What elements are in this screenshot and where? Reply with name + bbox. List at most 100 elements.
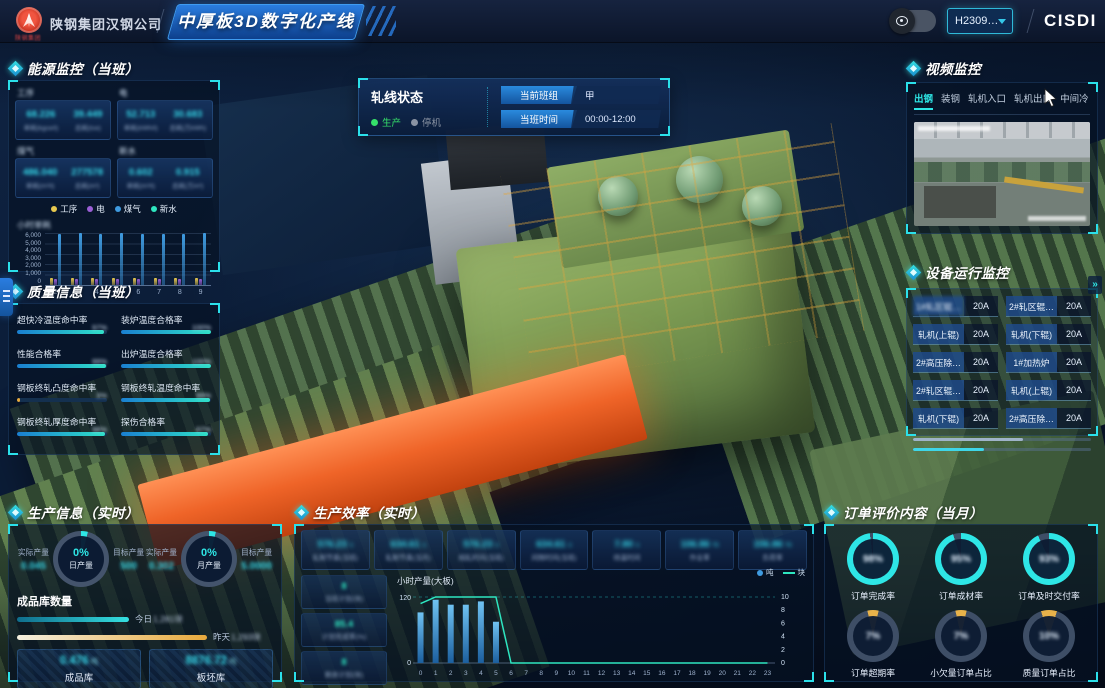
camera-tab-中间冷[interactable]: 中间冷: [1060, 91, 1089, 109]
order-donut: 93% 订单及时交付率: [1007, 533, 1091, 602]
svg-text:4: 4: [781, 634, 785, 641]
svg-text:13: 13: [613, 670, 621, 677]
device-item[interactable]: 轧机(上辊)20A: [1006, 380, 1091, 401]
camera-feed[interactable]: [914, 122, 1090, 226]
heat-number-dropdown[interactable]: H2309…: [947, 8, 1013, 34]
corner-bracket: [1088, 426, 1098, 436]
efficiency-stat: 634.61 s间隙时间(当班): [520, 530, 589, 570]
camera-tab-出钢[interactable]: 出钢: [914, 91, 933, 109]
stat-label: 当班计划(块): [325, 593, 364, 603]
y-tick: 2,000: [15, 263, 41, 269]
gauge-name: 月产量: [197, 560, 221, 571]
scrollbar[interactable]: [913, 438, 1091, 441]
device-item[interactable]: 2#轧区辊…20A: [913, 380, 998, 401]
stock-bar-row: 昨天1,293块: [17, 631, 273, 643]
output-chart-plot: 0123456789101112131415161718192021222312…: [393, 587, 807, 688]
status-dot: [411, 119, 418, 126]
side-handle[interactable]: [0, 278, 13, 316]
output-chart-svg: 0123456789101112131415161718192021222312…: [393, 587, 797, 687]
energy-legend: 工序电煤气新水: [15, 203, 213, 215]
quality-metric: 钢板终轧凸度命中率3%: [17, 381, 107, 402]
efficiency-side-stats: 8当班计划(块)85.4计划完成率(%)8剩余计划(块): [301, 575, 387, 688]
stat-unit: %: [711, 542, 719, 549]
corner-bracket: [8, 445, 18, 455]
corner-bracket: [272, 524, 282, 534]
stat-value: 576.23 s: [318, 539, 354, 550]
svg-text:19: 19: [704, 670, 712, 677]
energy-value: 52.713: [124, 109, 158, 120]
camera-tab-轧机入口[interactable]: 轧机入口: [968, 91, 1006, 109]
device-item[interactable]: 轧机(下辊)20A: [913, 408, 998, 429]
energy-value: 39.449: [73, 109, 102, 120]
quality-metric: 探伤合格率97%: [121, 415, 211, 436]
svg-text:11: 11: [583, 670, 590, 677]
gauge-percent: 0%: [73, 547, 89, 559]
x-tick: 8: [178, 289, 182, 296]
gauge-side-label: 实际产量: [146, 547, 177, 558]
efficiency-stat: 634.61 s轧制节奏(当月): [374, 530, 443, 570]
energy-card-values: 68.226单耗(kgce/t)39.449总耗(tce): [15, 100, 111, 140]
panel-expand-arrow[interactable]: »: [1088, 276, 1102, 294]
legend-dot: [87, 206, 93, 212]
corner-bracket: [660, 126, 670, 136]
legend-label: 块: [798, 567, 806, 578]
stock-title: 成品库数量: [17, 593, 273, 609]
visibility-toggle[interactable]: [890, 10, 936, 32]
stock-bar: [17, 635, 207, 640]
device-item[interactable]: 轧机(上辊)20A: [913, 324, 998, 345]
quality-percent: 3%: [96, 391, 107, 400]
store-unit: 吨: [91, 657, 99, 666]
donut-value: 10%: [1039, 631, 1059, 642]
company-name: 陕钢集团汉钢公司: [50, 14, 162, 33]
energy-card: 煤气486.040单耗(m³/t)277578总耗(m³): [15, 145, 111, 198]
corner-bracket: [1088, 224, 1098, 234]
svg-text:0: 0: [407, 660, 411, 667]
corner-bracket: [8, 672, 18, 682]
company-logo-caption: 陕钢集团: [15, 33, 41, 42]
corner-bracket: [210, 80, 220, 90]
stat-value: 106.86 %: [681, 539, 719, 550]
device-item[interactable]: 2#高压除…20A: [1006, 408, 1091, 429]
diamond-icon: [294, 504, 310, 520]
legend-line: [783, 572, 795, 574]
divider: [487, 87, 488, 127]
mouse-cursor: [1044, 88, 1060, 108]
stat-label: 纯轧时间(当班): [458, 552, 503, 562]
status-legend-item: 生产: [371, 115, 401, 129]
order-donut: 7%小欠量订单占比: [919, 610, 1003, 679]
svg-text:2: 2: [781, 647, 785, 654]
legend-item: 块: [783, 567, 806, 578]
toggle-knob: [889, 8, 915, 34]
stat-value: 85.4: [335, 619, 354, 630]
device-item[interactable]: 1#加热炉20A: [1006, 352, 1091, 373]
svg-text:7: 7: [524, 670, 528, 677]
donut-value: 93%: [1039, 554, 1059, 565]
svg-text:8: 8: [781, 607, 785, 614]
orders-panel-title: 订单评价内容（当月）: [826, 502, 983, 522]
device-item[interactable]: 轧机(下辊)20A: [1006, 324, 1091, 345]
line-status-legend: 生产停机: [371, 115, 477, 129]
stock-bars: 今日1,281块昨天1,293块: [17, 613, 273, 643]
device-item[interactable]: 2#轧区辊…20A: [1006, 296, 1091, 317]
efficiency-stats: 576.23 s轧制节奏(当班)634.61 s轧制节奏(当月)576.23 s…: [301, 530, 807, 570]
camera-tab-装钢[interactable]: 装钢: [941, 91, 960, 109]
bar: [141, 234, 144, 285]
top-bar: 陕钢集团 陕钢集团汉钢公司 中厚板3D数字化产线 H2309… CISDI: [0, 0, 1105, 43]
donut-label: 订单及时交付率: [1018, 589, 1080, 602]
device-label: 轧机(下辊): [913, 408, 964, 428]
svg-text:8: 8: [539, 670, 543, 677]
corner-bracket: [906, 288, 916, 298]
energy-unit: 单耗(m³/t): [23, 180, 57, 190]
device-item[interactable]: 1#轧区辊…20A: [913, 296, 998, 317]
quality-percent: 99%: [196, 391, 211, 400]
energy-chart-bars: 23456789: [45, 233, 211, 285]
legend-label: 新水: [160, 203, 177, 215]
energy-unit: 总耗(万m³): [172, 180, 203, 190]
corner-bracket: [272, 672, 282, 682]
quality-percent: 98%: [92, 425, 107, 434]
stock-bar: [17, 617, 129, 622]
scrollbar[interactable]: [913, 448, 1091, 451]
svg-text:12: 12: [598, 670, 606, 677]
status-row: 当前班组甲: [501, 86, 661, 104]
device-item[interactable]: 2#高压除…20A: [913, 352, 998, 373]
